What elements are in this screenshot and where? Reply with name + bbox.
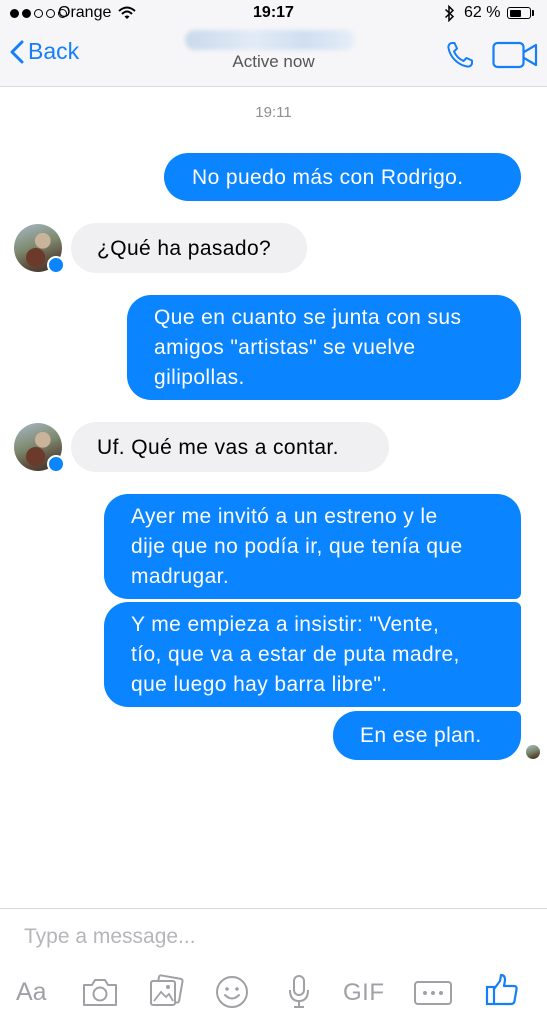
seen-indicator-avatar xyxy=(526,745,540,759)
message-line: No puedo más con Rodrigo. xyxy=(192,166,464,189)
sticker-smiley-icon[interactable] xyxy=(215,975,249,1009)
message-line: tío, que va a estar de puta madre, xyxy=(131,643,460,666)
message-bubble-outgoing[interactable]: Ayer me invitó a un estreno y le dije qu… xyxy=(104,494,521,599)
gif-button[interactable]: GIF xyxy=(343,979,385,1007)
battery-level-fill xyxy=(509,9,522,17)
message-bubble-incoming[interactable]: Uf. Qué me vas a contar. xyxy=(71,422,389,472)
message-bubble-incoming[interactable]: ¿Qué ha pasado? xyxy=(71,223,307,273)
message-bubble-outgoing[interactable]: Que en cuanto se junta con sus amigos "a… xyxy=(127,295,521,400)
battery-percentage: 62 % xyxy=(464,4,501,21)
message-line: ¿Qué ha pasado? xyxy=(97,237,272,260)
contact-name-blurred[interactable] xyxy=(185,30,355,50)
messenger-badge-icon xyxy=(47,256,65,274)
message-bubble-outgoing[interactable]: Y me empieza a insistir: "Vente, tío, qu… xyxy=(104,602,521,707)
message-timestamp: 19:11 xyxy=(255,104,292,121)
camera-icon[interactable] xyxy=(81,976,119,1008)
message-line: Ayer me invitó a un estreno y le xyxy=(131,505,438,528)
bluetooth-icon xyxy=(444,5,455,22)
status-bar: Orange 19:17 62 % xyxy=(0,0,547,28)
battery-icon xyxy=(507,7,531,19)
contact-avatar[interactable] xyxy=(14,224,65,274)
message-bubble-outgoing[interactable]: En ese plan. xyxy=(333,711,521,760)
video-call-icon[interactable] xyxy=(492,41,538,69)
phone-call-icon[interactable] xyxy=(445,40,475,70)
microphone-icon[interactable] xyxy=(287,974,311,1010)
text-format-button[interactable]: Aa xyxy=(16,978,47,1007)
more-options-icon[interactable] xyxy=(413,980,453,1006)
message-line: Y me empieza a insistir: "Vente, xyxy=(131,613,440,636)
message-line: En ese plan. xyxy=(360,724,482,747)
like-thumbs-up-icon[interactable] xyxy=(484,972,520,1008)
message-line: dije que no podía ir, que tenía que xyxy=(131,535,463,558)
navigation-header: Orange 19:17 62 % Back Active now xyxy=(0,0,547,87)
message-line: que luego hay barra libre". xyxy=(131,673,388,696)
message-line: amigos "artistas" se vuelve xyxy=(154,336,416,359)
battery-tip xyxy=(532,10,534,16)
photo-gallery-icon[interactable] xyxy=(148,974,184,1008)
message-line: Uf. Qué me vas a contar. xyxy=(97,436,339,459)
message-line: madrugar. xyxy=(131,565,230,588)
message-input[interactable] xyxy=(24,925,504,949)
contact-avatar[interactable] xyxy=(14,423,65,473)
message-line: gilipollas. xyxy=(154,366,245,389)
message-bubble-outgoing[interactable]: No puedo más con Rodrigo. xyxy=(164,153,521,201)
message-line: Que en cuanto se junta con sus xyxy=(154,306,462,329)
messenger-badge-icon xyxy=(47,455,65,473)
composer-divider xyxy=(0,908,547,909)
